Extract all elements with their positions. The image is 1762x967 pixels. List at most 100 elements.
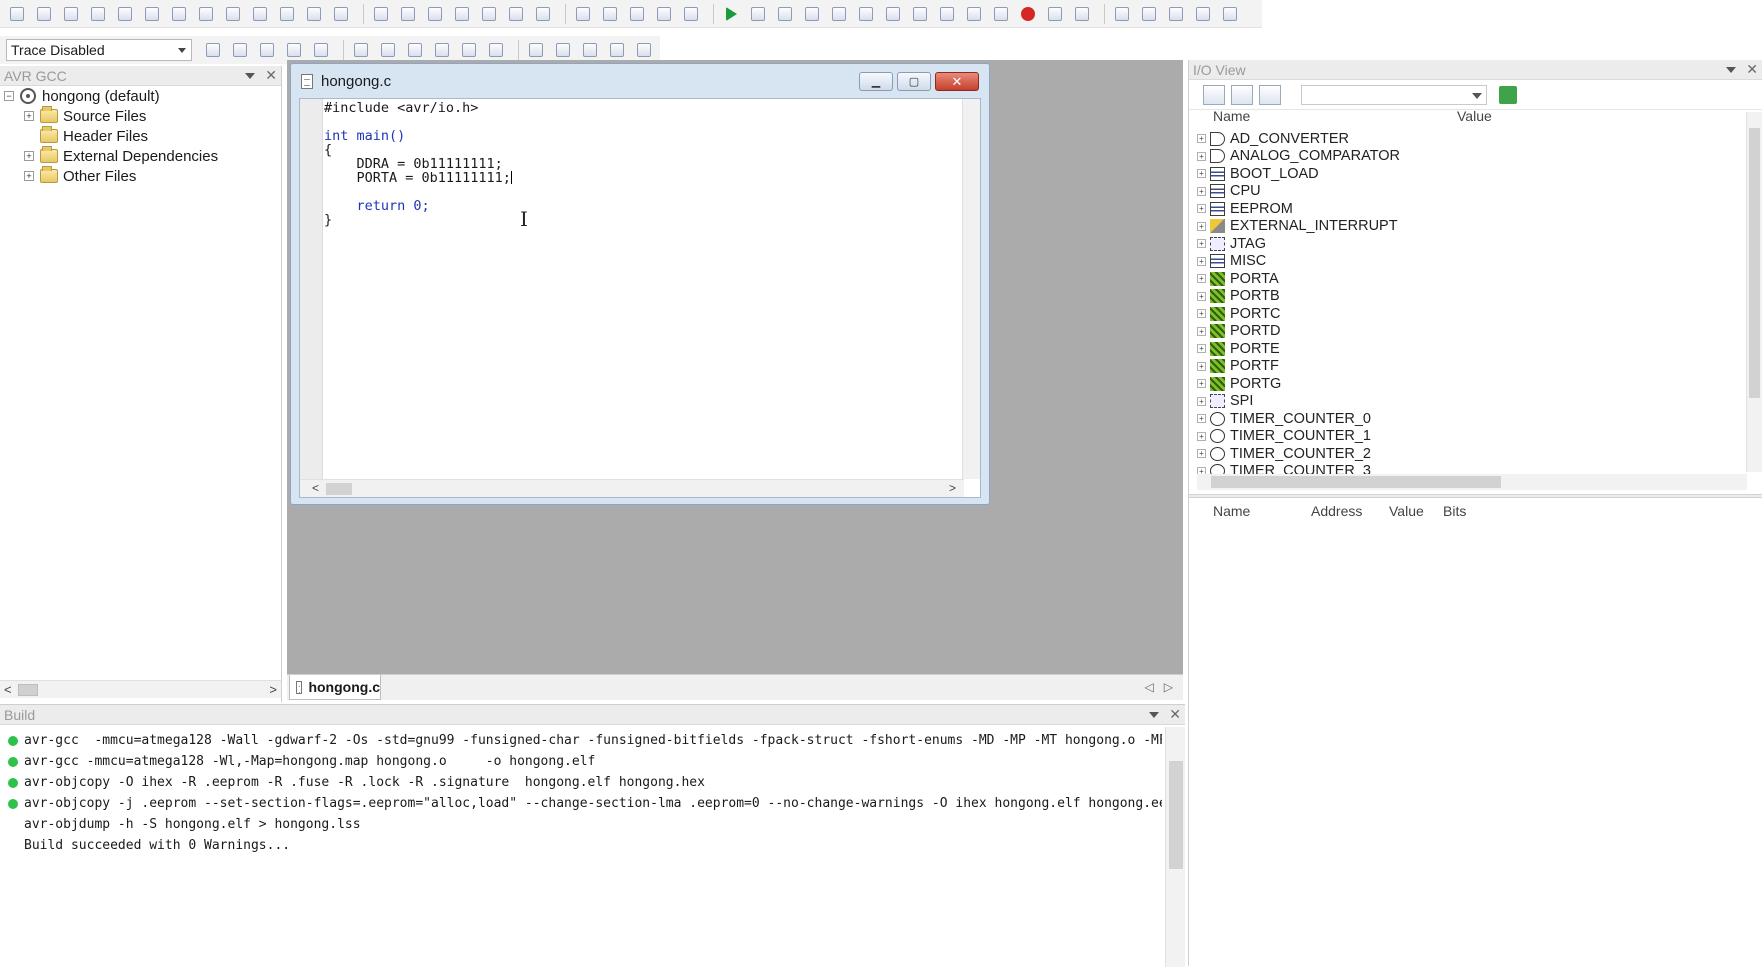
stop-icon[interactable] bbox=[747, 3, 769, 25]
io-item[interactable]: + ANALOG_COMPARATOR bbox=[1197, 148, 1400, 165]
detail-column-address[interactable]: Address bbox=[1311, 503, 1362, 519]
expand-icon[interactable]: + bbox=[1197, 239, 1206, 248]
play-marker-icon[interactable] bbox=[552, 39, 574, 61]
editor-vertical-scrollbar[interactable] bbox=[962, 99, 980, 479]
indent-icon[interactable] bbox=[505, 3, 527, 25]
io-item[interactable]: + PORTE bbox=[1197, 340, 1280, 357]
step-instruction-icon[interactable] bbox=[936, 3, 958, 25]
io-splitter[interactable] bbox=[1189, 494, 1762, 498]
clear-bookmarks-icon[interactable] bbox=[478, 3, 500, 25]
io-item[interactable]: + TIMER_COUNTER_1 bbox=[1197, 428, 1371, 445]
io-item[interactable]: + TIMER_COUNTER_0 bbox=[1197, 410, 1371, 427]
maximize-button[interactable]: ▢ bbox=[897, 72, 931, 91]
code-area[interactable]: #include <avr/io.h> int main() { DDRA = … bbox=[324, 101, 512, 227]
memory-window-icon[interactable] bbox=[1138, 3, 1160, 25]
io-item[interactable]: + PORTC bbox=[1197, 305, 1281, 322]
chevron-down-icon[interactable] bbox=[1472, 92, 1482, 99]
build-output-text[interactable]: avr-gcc -mmcu=atmega128 -Wall -gdwarf-2 … bbox=[0, 727, 1162, 967]
panel-menu-icon[interactable] bbox=[245, 72, 256, 79]
io-search-combo[interactable] bbox=[1301, 84, 1487, 105]
close-icon[interactable]: ✕ bbox=[1746, 61, 1758, 78]
watch-window-icon[interactable] bbox=[1111, 3, 1133, 25]
minimize-button[interactable]: ▁ bbox=[859, 72, 893, 91]
window-icon[interactable] bbox=[303, 3, 325, 25]
scroll-left-icon[interactable]: < bbox=[4, 682, 12, 697]
column-header-value[interactable]: Value bbox=[1457, 108, 1492, 124]
cut-icon[interactable] bbox=[141, 3, 163, 25]
save-all-icon[interactable] bbox=[87, 3, 109, 25]
step-over-icon[interactable] bbox=[855, 3, 877, 25]
expand-icon[interactable]: + bbox=[1197, 326, 1206, 336]
binoculars-icon[interactable] bbox=[370, 3, 392, 25]
go-icon[interactable] bbox=[1499, 85, 1517, 104]
breakpoint-icon[interactable] bbox=[1017, 3, 1039, 25]
editor-gutter[interactable] bbox=[300, 99, 323, 479]
close-icon[interactable]: ✕ bbox=[265, 67, 277, 84]
project-horizontal-scrollbar[interactable]: < > bbox=[0, 680, 281, 698]
new-file-icon[interactable] bbox=[6, 3, 28, 25]
io-item[interactable]: + PORTB bbox=[1197, 288, 1280, 305]
expand-icon[interactable]: + bbox=[24, 171, 34, 181]
expand-icon[interactable]: + bbox=[1197, 151, 1206, 161]
io-item[interactable]: + EEPROM bbox=[1197, 200, 1293, 217]
io-item[interactable]: + AD_CONVERTER bbox=[1197, 130, 1349, 147]
print-icon[interactable] bbox=[114, 3, 136, 25]
scrollbar-thumb[interactable] bbox=[326, 483, 352, 495]
expand-icon[interactable]: + bbox=[1197, 134, 1206, 143]
outdent-icon[interactable] bbox=[532, 3, 554, 25]
expand-icon[interactable]: + bbox=[24, 151, 34, 161]
open-folder-icon[interactable] bbox=[33, 3, 55, 25]
io-item[interactable]: + EXTERNAL_INTERRUPT bbox=[1197, 218, 1398, 235]
braces-icon[interactable] bbox=[963, 3, 985, 25]
redo-icon[interactable] bbox=[276, 3, 298, 25]
expand-icon[interactable]: + bbox=[1197, 204, 1206, 213]
collapse-icon[interactable]: − bbox=[4, 91, 14, 101]
expand-icon[interactable]: + bbox=[1197, 186, 1206, 196]
io-item[interactable]: + MISC bbox=[1197, 253, 1266, 270]
expand-icon[interactable]: + bbox=[1197, 309, 1206, 318]
avr-icon[interactable] bbox=[377, 39, 399, 61]
detail-column-bits[interactable]: Bits bbox=[1443, 503, 1466, 519]
column-header-name[interactable]: Name bbox=[1213, 108, 1250, 124]
expand-icon[interactable]: + bbox=[1197, 221, 1206, 231]
rebuild-icon[interactable] bbox=[599, 3, 621, 25]
prev-bookmark-icon[interactable] bbox=[451, 3, 473, 25]
close-icon[interactable]: ✕ bbox=[1169, 706, 1181, 723]
expand-icon[interactable]: + bbox=[1197, 379, 1206, 388]
register-window-icon[interactable] bbox=[1165, 3, 1187, 25]
expand-icon[interactable]: + bbox=[1197, 344, 1206, 353]
auto-icon[interactable] bbox=[485, 39, 507, 61]
export-icon[interactable] bbox=[579, 39, 601, 61]
program-chip-icon[interactable] bbox=[626, 3, 648, 25]
trace-down-icon[interactable] bbox=[283, 39, 305, 61]
io-vertical-scrollbar[interactable] bbox=[1746, 112, 1762, 472]
expand-icon[interactable]: + bbox=[1197, 361, 1206, 371]
io-item[interactable]: + JTAG bbox=[1197, 235, 1266, 252]
step-out-icon[interactable] bbox=[882, 3, 904, 25]
io-filter-icon[interactable] bbox=[1203, 84, 1225, 105]
io-item[interactable]: + SPI bbox=[1197, 393, 1253, 410]
scroll-right-icon[interactable]: > bbox=[949, 481, 956, 495]
disassembler-icon[interactable] bbox=[990, 3, 1012, 25]
io-item[interactable]: + PORTA bbox=[1197, 270, 1279, 287]
close-button[interactable]: ✕ bbox=[935, 72, 979, 91]
detail-column-name[interactable]: Name bbox=[1213, 503, 1250, 519]
expand-icon[interactable]: + bbox=[1197, 256, 1206, 266]
ar-icon[interactable] bbox=[431, 39, 453, 61]
locals-window-icon[interactable] bbox=[1192, 3, 1214, 25]
expand-icon[interactable]: + bbox=[1197, 396, 1206, 406]
run-icon[interactable] bbox=[720, 3, 742, 25]
undo-icon[interactable] bbox=[249, 3, 271, 25]
con-icon[interactable] bbox=[350, 39, 372, 61]
scrollbar-thumb[interactable] bbox=[1211, 476, 1501, 488]
scroll-left-icon[interactable]: < bbox=[312, 481, 319, 495]
expand-icon[interactable]: + bbox=[1197, 291, 1206, 301]
tree-view-icon[interactable] bbox=[1231, 84, 1253, 105]
trace-mode-select[interactable]: Trace Disabled bbox=[6, 39, 192, 61]
scrollbar-thumb[interactable] bbox=[1169, 761, 1183, 869]
paste-icon[interactable] bbox=[195, 3, 217, 25]
pause-icon[interactable] bbox=[801, 3, 823, 25]
reset-icon[interactable] bbox=[828, 3, 850, 25]
expand-icon[interactable]: + bbox=[1197, 449, 1206, 458]
run-to-cursor-icon[interactable] bbox=[909, 3, 931, 25]
